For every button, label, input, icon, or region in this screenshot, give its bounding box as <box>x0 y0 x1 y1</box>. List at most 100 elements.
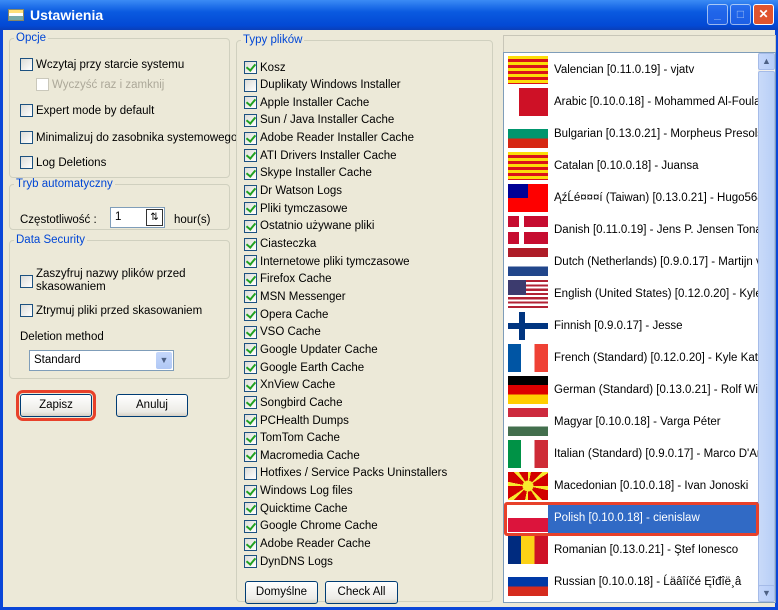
checkbox-icon[interactable] <box>20 104 33 117</box>
checkbox-checked-icon[interactable] <box>244 96 257 110</box>
checkbox-checked-icon[interactable] <box>244 431 257 445</box>
language-item[interactable]: ĄźĹé¤¤¤í (Taiwan) [0.13.0.21] - Hugo5688 <box>504 182 759 214</box>
option-checkbox[interactable]: Wczytaj przy starcie systemu <box>20 58 184 71</box>
checkbox-icon[interactable] <box>20 58 33 71</box>
language-item[interactable]: Arabic [0.10.0.18] - Mohammed Al-Foulad <box>504 86 759 118</box>
maximize-button[interactable]: □ <box>730 4 751 25</box>
option-checkbox[interactable]: Log Deletions <box>20 156 106 169</box>
filetype-checkbox[interactable]: VSO Cache <box>244 325 321 339</box>
checkbox-icon[interactable] <box>244 78 257 92</box>
title-bar[interactable]: Ustawienia _ □ ✕ <box>0 0 778 30</box>
checkbox-checked-icon[interactable] <box>244 219 257 233</box>
language-item[interactable]: Valencian [0.11.0.19] - vjatv <box>504 54 759 86</box>
checkbox-checked-icon[interactable] <box>244 149 257 163</box>
save-button[interactable]: Zapisz <box>16 390 96 421</box>
filetype-checkbox[interactable]: Windows Log files <box>244 484 353 498</box>
filetype-checkbox[interactable]: Ostatnio używane pliki <box>244 219 374 233</box>
checkbox-box[interactable] <box>20 274 33 288</box>
checkbox-checked-icon[interactable] <box>244 396 257 410</box>
checkbox-checked-icon[interactable] <box>244 361 257 375</box>
language-item[interactable]: French (Standard) [0.12.0.20] - Kyle Kat… <box>504 342 759 374</box>
language-item[interactable]: Finnish [0.9.0.17] - Jesse <box>504 310 759 342</box>
checkbox-checked-icon[interactable] <box>244 484 257 498</box>
filetype-checkbox[interactable]: XnView Cache <box>244 378 335 392</box>
filetype-checkbox[interactable]: Opera Cache <box>244 308 328 322</box>
filetype-checkbox[interactable]: Firefox Cache <box>244 272 332 286</box>
checkbox-checked-icon[interactable] <box>244 502 257 516</box>
option-checkbox[interactable]: Expert mode by default <box>20 104 154 117</box>
checkbox-checked-icon[interactable] <box>244 290 257 304</box>
checkbox-checked-icon[interactable] <box>244 255 257 269</box>
filetype-checkbox[interactable]: DynDNS Logs <box>244 555 333 569</box>
filetype-checkbox[interactable]: Internetowe pliki tymczasowe <box>244 255 410 269</box>
checkbox-checked-icon[interactable] <box>244 325 257 339</box>
checkbox-icon[interactable] <box>244 466 257 480</box>
filetype-checkbox[interactable]: Quicktime Cache <box>244 502 348 516</box>
checkbox-checked-icon[interactable] <box>244 308 257 322</box>
checkbox-checked-icon[interactable] <box>244 237 257 251</box>
checkbox-checked-icon[interactable] <box>244 202 257 216</box>
filetype-checkbox[interactable]: Macromedia Cache <box>244 449 360 463</box>
language-item[interactable]: Russian [0.10.0.18] - Ĺäâîíčé Ęîđîë¸â <box>504 566 759 598</box>
checkbox-checked-icon[interactable] <box>244 166 257 180</box>
cancel-button[interactable]: Anuluj <box>116 394 188 417</box>
deletion-method-select[interactable]: Standard ▼ <box>29 350 174 371</box>
defaults-button[interactable]: Domyślne <box>245 581 318 604</box>
checkbox-icon[interactable] <box>20 131 33 144</box>
scroll-up-icon[interactable]: ▲ <box>758 53 775 70</box>
filetype-checkbox[interactable]: Pliki tymczasowe <box>244 202 348 216</box>
minimize-button[interactable]: _ <box>707 4 728 25</box>
language-item[interactable]: Magyar [0.10.0.18] - Varga Péter <box>504 406 759 438</box>
checkbox-icon[interactable] <box>36 78 49 91</box>
checkbox-icon[interactable] <box>20 156 33 169</box>
filetype-checkbox[interactable]: Sun / Java Installer Cache <box>244 113 394 127</box>
shred-files-checkbox[interactable]: Ztrymuj pliki przed skasowaniem <box>20 304 202 317</box>
language-item[interactable]: Dutch (Netherlands) [0.9.0.17] - Martijn… <box>504 246 759 278</box>
checkbox-checked-icon[interactable] <box>244 449 257 463</box>
language-list[interactable]: Valencian [0.11.0.19] - vjatv Arabic [0.1… <box>503 52 776 603</box>
filetype-checkbox[interactable]: PCHealth Dumps <box>244 414 349 427</box>
filetype-checkbox[interactable]: Google Earth Cache <box>244 361 364 375</box>
filetype-checkbox[interactable]: Ciasteczka <box>244 237 316 251</box>
filetype-checkbox[interactable]: Google Updater Cache <box>244 343 378 357</box>
language-item[interactable]: Danish [0.11.0.19] - Jens P. Jensen Tona… <box>504 214 759 246</box>
filetype-checkbox[interactable]: Google Chrome Cache <box>244 519 378 533</box>
filetype-checkbox[interactable]: TomTom Cache <box>244 431 340 445</box>
scroll-down-icon[interactable]: ▼ <box>758 585 775 602</box>
checkbox-checked-icon[interactable] <box>244 272 257 286</box>
option-checkbox[interactable]: Wyczyść raz i zamknij <box>36 78 164 91</box>
checkbox-checked-icon[interactable] <box>244 378 257 392</box>
filetype-checkbox[interactable]: Adobe Reader Installer Cache <box>244 131 414 145</box>
filetype-checkbox[interactable]: Apple Installer Cache <box>244 96 369 110</box>
check-all-button[interactable]: Check All <box>325 581 398 604</box>
language-item[interactable]: Catalan [0.10.0.18] - Juansa <box>504 150 759 182</box>
checkbox-checked-icon[interactable] <box>244 113 257 127</box>
filetype-checkbox[interactable]: Duplikaty Windows Installer <box>244 78 401 92</box>
checkbox-checked-icon[interactable] <box>244 555 257 569</box>
language-item[interactable]: Bulgarian [0.13.0.21] - Morpheus Presols… <box>504 118 759 150</box>
filetype-checkbox[interactable]: Dr Watson Logs <box>244 184 342 198</box>
filetype-checkbox[interactable]: Adobe Reader Cache <box>244 537 371 551</box>
filetype-checkbox[interactable]: Hotfixes / Service Packs Uninstallers <box>244 466 447 480</box>
language-item[interactable]: Macedonian [0.10.0.18] - Ivan Jonoski <box>504 470 759 502</box>
language-item[interactable]: Polish [0.10.0.18] - cienislaw <box>504 502 759 534</box>
checkbox-checked-icon[interactable] <box>244 519 257 533</box>
language-item[interactable]: Romanian [0.13.0.21] - Ştef Ionesco <box>504 534 759 566</box>
checkbox-checked-icon[interactable] <box>244 131 257 145</box>
filetype-checkbox[interactable]: Skype Installer Cache <box>244 166 372 180</box>
language-item[interactable]: English (United States) [0.12.0.20] - Ky… <box>504 278 759 310</box>
checkbox-checked-icon[interactable] <box>244 61 257 74</box>
language-item[interactable]: German (Standard) [0.13.0.21] - Rolf Wis… <box>504 374 759 406</box>
scrollbar[interactable]: ▲ ▼ <box>758 53 775 602</box>
filetype-checkbox[interactable]: Kosz <box>244 61 286 74</box>
language-item[interactable]: Italian (Standard) [0.9.0.17] - Marco D'… <box>504 438 759 470</box>
close-button[interactable]: ✕ <box>753 4 774 25</box>
filetype-checkbox[interactable]: Songbird Cache <box>244 396 342 410</box>
option-checkbox[interactable]: Minimalizuj do zasobnika systemowego <box>20 131 237 144</box>
filetype-checkbox[interactable]: ATI Drivers Installer Cache <box>244 149 397 163</box>
frequency-input[interactable]: 1 ⇅ <box>110 207 165 228</box>
checkbox-checked-icon[interactable] <box>244 537 257 551</box>
encrypt-names-checkbox[interactable]: Zaszyfruj nazwy plików przed skasowaniem <box>20 268 186 294</box>
chevron-down-icon[interactable]: ▼ <box>156 352 172 369</box>
checkbox-checked-icon[interactable] <box>244 184 257 198</box>
